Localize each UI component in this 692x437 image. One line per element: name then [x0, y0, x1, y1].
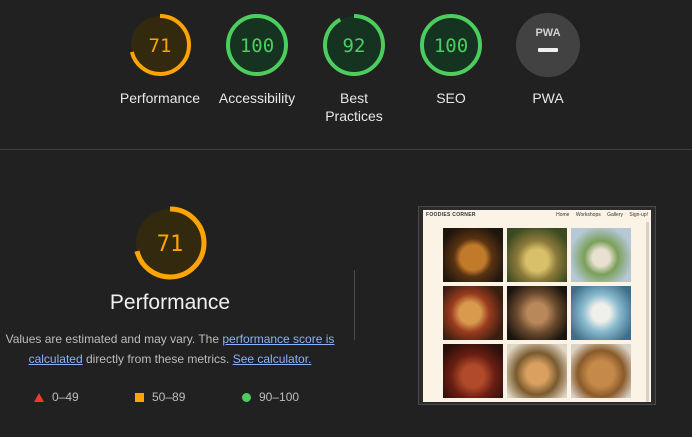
food-photo: [507, 344, 567, 398]
gauge-ring: 92: [323, 14, 385, 76]
gauge-label: Accessibility: [218, 90, 296, 106]
performance-summary: 71 Performance Values are estimated and …: [0, 205, 340, 369]
gauge-accessibility[interactable]: 100 Accessibility: [209, 13, 305, 107]
gauge-seo[interactable]: 100 SEO: [403, 13, 499, 107]
gauge-ring: 71: [129, 14, 191, 76]
site-preview: FOODIES CORNER Home Workshops Gallery Si…: [423, 210, 651, 402]
legend-range: 90–100: [259, 390, 300, 404]
gauge-score: 100: [240, 35, 274, 57]
performance-description: Values are estimated and may vary. The p…: [5, 329, 335, 369]
site-nav-item: Sign-up!: [629, 212, 648, 218]
preview-scrollbar: [646, 222, 649, 402]
food-photo: [507, 286, 567, 340]
final-screenshot[interactable]: FOODIES CORNER Home Workshops Gallery Si…: [418, 206, 656, 405]
food-photo: [571, 344, 631, 398]
site-links: Home Workshops Gallery Sign-up!: [551, 210, 648, 220]
description-text: directly from these metrics.: [82, 352, 233, 366]
performance-score: 71: [157, 232, 184, 257]
food-photo: [443, 286, 503, 340]
category-gauges: 71 Performance 100 Accessibility 92 Best…: [0, 0, 692, 150]
food-photo: [571, 228, 631, 282]
legend-fail: 0–49: [34, 390, 79, 404]
food-photo: [443, 228, 503, 282]
gauge-label: SEO: [436, 90, 466, 106]
description-text: Values are estimated and may vary. The: [5, 332, 223, 346]
see-calculator-link[interactable]: See calculator.: [233, 352, 312, 366]
circle-icon: [242, 392, 251, 402]
legend-pass: 90–100: [242, 390, 299, 404]
legend-range: 50–89: [152, 390, 186, 404]
pwa-badge-text: PWA: [535, 27, 560, 39]
site-brand: FOODIES CORNER: [426, 212, 476, 218]
gauge-performance[interactable]: 71 Performance: [112, 13, 208, 107]
legend-range: 0–49: [52, 390, 79, 404]
gauge-ring: 100: [226, 14, 288, 76]
food-photo: [443, 344, 503, 398]
site-nav-item: Gallery: [607, 212, 623, 218]
performance-gauge: 71: [133, 206, 207, 280]
food-photo: [507, 228, 567, 282]
gauge-best-practices[interactable]: 92 Best Practices: [306, 13, 402, 125]
site-nav: FOODIES CORNER Home Workshops Gallery Si…: [423, 210, 651, 220]
gauge-score: 71: [149, 35, 172, 57]
gauge-label: Best Practices: [325, 90, 383, 124]
site-nav-item: Home: [556, 212, 570, 218]
site-nav-item: Workshops: [575, 212, 601, 218]
square-icon: [135, 392, 144, 402]
pwa-badge-icon: PWA: [516, 13, 580, 77]
triangle-icon: [34, 392, 44, 402]
legend-average: 50–89: [135, 390, 185, 404]
performance-title: Performance: [109, 291, 231, 314]
gauge-label: Performance: [119, 90, 201, 106]
score-legend: 0–49 50–89 90–100: [34, 390, 334, 406]
gauge-label: PWA: [532, 90, 564, 106]
gauge-score: 92: [343, 35, 366, 57]
food-photo: [571, 286, 631, 340]
section-divider: [0, 149, 692, 150]
gauge-ring: 100: [420, 14, 482, 76]
gauge-pwa[interactable]: PWA PWA: [500, 13, 596, 107]
gauge-score: 100: [434, 35, 468, 57]
vertical-separator: [354, 270, 355, 340]
